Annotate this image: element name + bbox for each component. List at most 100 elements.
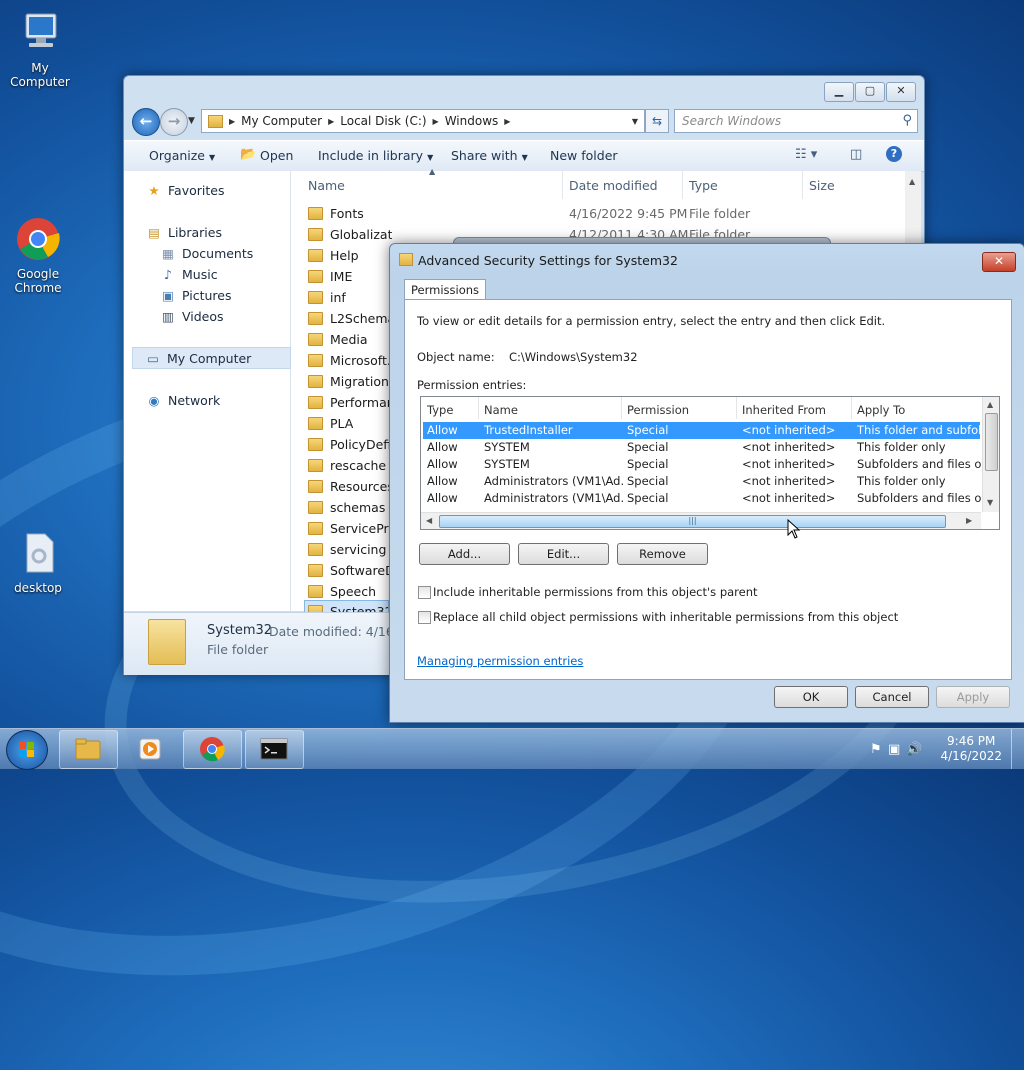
- nav-favorites[interactable]: ★ Favorites: [146, 183, 224, 198]
- scroll-right-icon[interactable]: ▶: [966, 516, 972, 525]
- clock[interactable]: 9:46 PM 4/16/2022: [940, 734, 1002, 764]
- scroll-left-icon[interactable]: ◀: [426, 516, 432, 525]
- scroll-up-icon[interactable]: ▲: [987, 400, 993, 409]
- network-icon[interactable]: ▣: [888, 742, 900, 757]
- new-folder-button[interactable]: New folder: [550, 148, 618, 163]
- permission-entry-row[interactable]: Allow Administrators (VM1\Ad... Special …: [423, 490, 981, 507]
- minimize-button[interactable]: ▁: [824, 82, 854, 102]
- file-row[interactable]: inf: [308, 287, 392, 307]
- search-input[interactable]: Search Windows ⚲: [674, 109, 918, 133]
- view-options-icon[interactable]: ☷ ▾: [795, 147, 817, 162]
- file-row[interactable]: L2Schemas: [308, 308, 392, 328]
- column-header-apply-to[interactable]: Apply To: [857, 403, 905, 417]
- file-row[interactable]: Microsoft.N: [308, 350, 392, 370]
- breadcrumb-item[interactable]: Local Disk (C:): [340, 114, 426, 128]
- permission-entry-row[interactable]: Allow SYSTEM Special <not inherited> Thi…: [423, 439, 980, 456]
- refresh-button[interactable]: ⇆: [645, 109, 669, 133]
- add-button[interactable]: Add...: [419, 543, 510, 565]
- edit-button[interactable]: Edit...: [518, 543, 609, 565]
- back-button[interactable]: ←: [132, 108, 160, 136]
- file-row[interactable]: Media: [308, 329, 392, 349]
- nav-libraries[interactable]: ▤ Libraries: [146, 225, 222, 240]
- file-row[interactable]: Performanc: [308, 392, 392, 412]
- replace-child-checkbox[interactable]: [418, 611, 431, 624]
- help-icon[interactable]: ?: [886, 146, 902, 162]
- entries-horizontal-scrollbar[interactable]: ◀ ||| ▶: [421, 512, 981, 529]
- column-header-inherited-from[interactable]: Inherited From: [742, 403, 826, 417]
- entries-vertical-scrollbar[interactable]: ▲ ▼: [982, 397, 999, 512]
- include-in-library-button[interactable]: Include in library ▼: [318, 148, 433, 163]
- action-center-icon[interactable]: ⚑: [870, 742, 882, 757]
- column-header-name[interactable]: Name: [484, 403, 518, 417]
- column-header-type[interactable]: Type: [427, 403, 453, 417]
- address-dropdown-icon[interactable]: ▼: [632, 117, 638, 126]
- file-row[interactable]: SoftwareDis: [308, 560, 392, 580]
- close-button[interactable]: ✕: [886, 82, 916, 102]
- file-row[interactable]: Speech: [308, 581, 392, 601]
- recent-pages-dropdown-icon[interactable]: ▼: [188, 116, 195, 126]
- search-icon[interactable]: ⚲: [902, 113, 912, 128]
- file-row[interactable]: Migration: [308, 371, 392, 391]
- scroll-down-icon[interactable]: ▼: [987, 498, 993, 507]
- open-button[interactable]: Open: [260, 148, 293, 163]
- breadcrumb-item[interactable]: Windows: [445, 114, 499, 128]
- tab-permissions[interactable]: Permissions: [404, 279, 487, 300]
- include-inheritable-checkbox[interactable]: [418, 586, 431, 599]
- nav-music[interactable]: ♪ Music: [160, 267, 218, 282]
- desktop-icon-google-chrome[interactable]: Google Chrome: [0, 216, 78, 295]
- apply-button[interactable]: Apply: [936, 686, 1010, 708]
- share-with-button[interactable]: Share with ▼: [451, 148, 528, 163]
- file-row[interactable]: IME: [308, 266, 392, 286]
- taskbar-cmd-button[interactable]: [245, 730, 304, 769]
- file-row[interactable]: ServiceProf: [308, 518, 392, 538]
- forward-button[interactable]: →: [160, 108, 188, 136]
- file-row[interactable]: Help: [308, 245, 392, 265]
- nav-network[interactable]: ◉ Network: [146, 393, 221, 408]
- nav-documents[interactable]: ▦ Documents: [160, 246, 253, 261]
- ok-button[interactable]: OK: [774, 686, 848, 708]
- desktop-icon-desktop[interactable]: desktop: [0, 530, 78, 595]
- nav-videos[interactable]: ▥ Videos: [160, 309, 223, 324]
- column-header-date[interactable]: Date modified: [569, 178, 658, 193]
- chevron-right-icon[interactable]: ▶: [504, 117, 510, 126]
- taskbar-chrome-button[interactable]: [183, 730, 242, 769]
- desktop-icon-my-computer[interactable]: My Computer: [0, 10, 80, 89]
- volume-icon[interactable]: 🔊: [906, 742, 922, 757]
- column-header-permission[interactable]: Permission: [627, 403, 689, 417]
- close-button[interactable]: ✕: [982, 252, 1016, 272]
- file-row[interactable]: PLA: [308, 413, 392, 433]
- folder-icon: [308, 332, 323, 346]
- file-row[interactable]: Globalization: [308, 224, 392, 244]
- chevron-right-icon[interactable]: ▶: [433, 117, 439, 126]
- file-row[interactable]: PolicyDefin: [308, 434, 392, 454]
- breadcrumb-item[interactable]: My Computer: [241, 114, 322, 128]
- nav-my-computer[interactable]: ▭ My Computer: [132, 347, 291, 369]
- taskbar-explorer-button[interactable]: [59, 730, 118, 769]
- managing-permissions-link[interactable]: Managing permission entries: [417, 654, 583, 668]
- file-row[interactable]: Fonts: [308, 203, 392, 223]
- column-header-name[interactable]: Name: [308, 178, 345, 193]
- taskbar-media-player-button[interactable]: [121, 730, 180, 769]
- permission-entries-list[interactable]: Type Name Permission Inherited From Appl…: [420, 396, 1000, 530]
- file-row[interactable]: rescache: [308, 455, 392, 475]
- cancel-button[interactable]: Cancel: [855, 686, 929, 708]
- address-bar[interactable]: ▶ My Computer ▶ Local Disk (C:) ▶ Window…: [201, 109, 645, 133]
- chevron-right-icon[interactable]: ▶: [328, 117, 334, 126]
- show-desktop-button[interactable]: [1011, 729, 1024, 769]
- preview-pane-icon[interactable]: ◫: [850, 147, 862, 162]
- permission-entry-row[interactable]: Allow TrustedInstaller Special <not inhe…: [423, 422, 981, 439]
- nav-pictures[interactable]: ▣ Pictures: [160, 288, 231, 303]
- organize-button[interactable]: Organize ▼: [149, 148, 215, 163]
- column-header-size[interactable]: Size: [809, 178, 835, 193]
- file-row[interactable]: Resources: [308, 476, 392, 496]
- file-row[interactable]: schemas: [308, 497, 392, 517]
- permission-entry-row[interactable]: Allow Administrators (VM1\Ad... Special …: [423, 473, 980, 490]
- maximize-button[interactable]: ▢: [855, 82, 885, 102]
- file-row[interactable]: servicing: [308, 539, 392, 559]
- permission-entry-row[interactable]: Allow SYSTEM Special <not inherited> Sub…: [423, 456, 981, 473]
- scroll-thumb[interactable]: [985, 413, 998, 471]
- scroll-thumb[interactable]: |||: [439, 515, 946, 528]
- remove-button[interactable]: Remove: [617, 543, 708, 565]
- start-button[interactable]: [6, 730, 48, 770]
- column-header-type[interactable]: Type: [689, 178, 718, 193]
